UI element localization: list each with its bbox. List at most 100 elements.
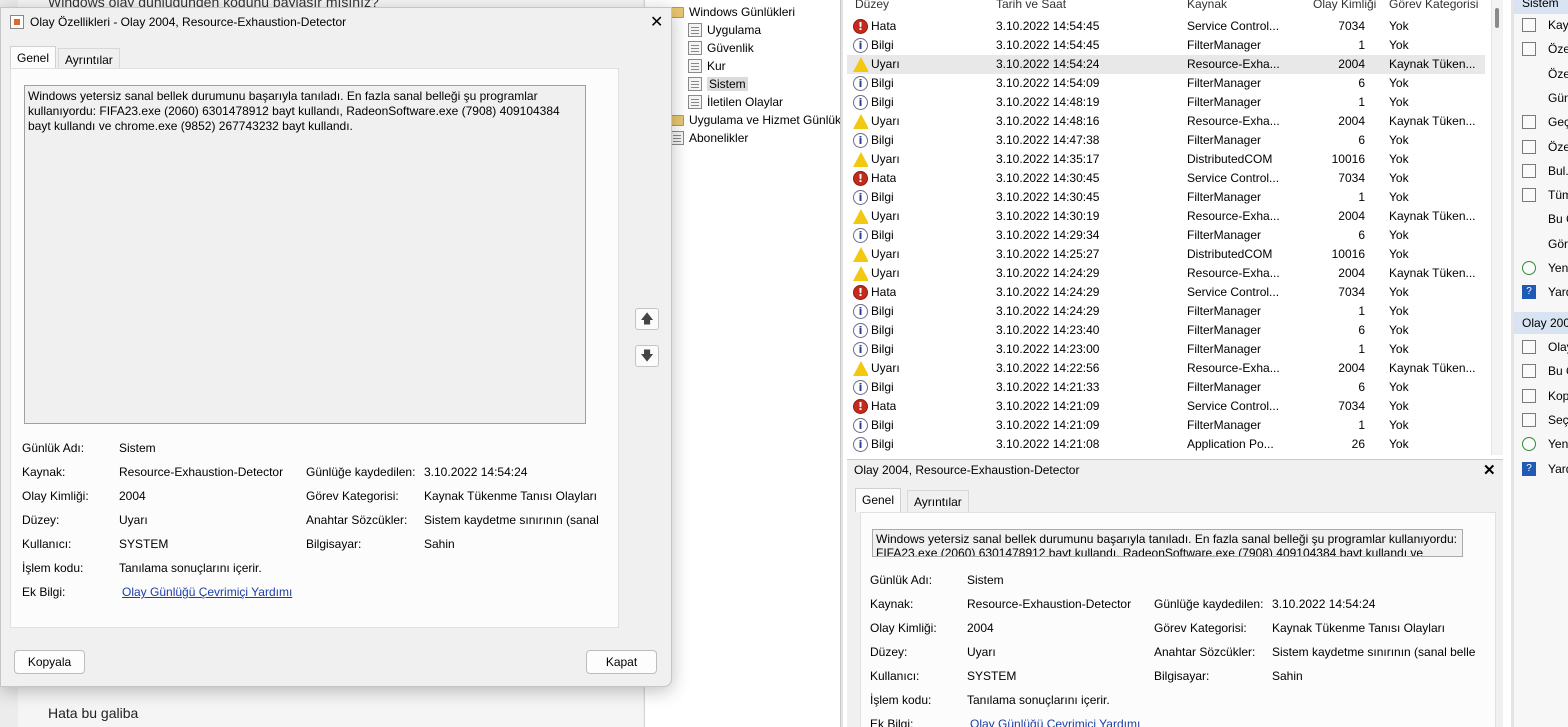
table-row[interactable]: Uyarı 3.10.2022 14:48:16 Resource-Exha... 2… bbox=[847, 112, 1485, 131]
cell-level: Bilgi bbox=[871, 228, 894, 242]
header-source[interactable]: Kaynak bbox=[1187, 0, 1227, 11]
table-row[interactable]: Uyarı 3.10.2022 14:22:56 Resource-Exha... 2… bbox=[847, 359, 1485, 378]
scrollbar-thumb[interactable] bbox=[1495, 8, 1499, 28]
cell-event-id: 2004 bbox=[1338, 57, 1365, 71]
table-row[interactable]: i Bilgi 3.10.2022 14:21:33 FilterManager 6 Yo… bbox=[847, 378, 1485, 397]
table-row[interactable]: i Bilgi 3.10.2022 14:29:34 FilterManager 6 Yo… bbox=[847, 226, 1485, 245]
table-row[interactable]: i Bilgi 3.10.2022 14:47:38 FilterManager 6 Yo… bbox=[847, 131, 1485, 150]
tree-item[interactable]: Uygulama ve Hizmet Günlükleri bbox=[670, 111, 840, 129]
preview-log-name-value: Sistem bbox=[967, 573, 1004, 587]
table-row[interactable]: i Bilgi 3.10.2022 14:21:08 Application Po..… bbox=[847, 435, 1485, 454]
dialog-tab-general[interactable]: Genel bbox=[10, 46, 57, 69]
action-item[interactable]: Olay bbox=[1514, 338, 1568, 356]
previous-event-button[interactable]: 🡅 bbox=[635, 308, 659, 330]
info-icon: i bbox=[853, 437, 868, 452]
table-row[interactable]: ! Hata 3.10.2022 14:30:45 Service Control..… bbox=[847, 169, 1485, 188]
header-date[interactable]: Tarih ve Saat bbox=[996, 0, 1066, 11]
actions-header-system[interactable]: Sistem bbox=[1514, 0, 1568, 14]
next-event-button[interactable]: 🡇 bbox=[635, 345, 659, 367]
table-row[interactable]: Uyarı 3.10.2022 14:30:19 Resource-Exha... 2… bbox=[847, 207, 1485, 226]
tree-item[interactable]: Windows Günlükleri bbox=[670, 3, 795, 21]
cell-level: Uyarı bbox=[871, 209, 900, 223]
tree-item[interactable]: Sistem bbox=[688, 75, 748, 93]
tree-item[interactable]: Abonelikler bbox=[670, 129, 748, 147]
table-row[interactable]: Uyarı 3.10.2022 14:24:29 Resource-Exha... 2… bbox=[847, 264, 1485, 283]
header-event-id[interactable]: Olay Kimliği bbox=[1313, 0, 1376, 11]
cell-task-category: Yok bbox=[1389, 418, 1409, 432]
action-item[interactable]: Bul... bbox=[1514, 162, 1568, 180]
action-item[interactable]: ? Yard bbox=[1514, 460, 1568, 478]
table-row[interactable]: i Bilgi 3.10.2022 14:54:09 FilterManager 6 Yo… bbox=[847, 74, 1485, 93]
cell-event-id: 6 bbox=[1358, 323, 1365, 337]
table-row[interactable]: Uyarı 3.10.2022 14:35:17 DistributedCOM 100… bbox=[847, 150, 1485, 169]
dialog-description[interactable]: Windows yetersiz sanal bellek durumunu b… bbox=[24, 85, 586, 424]
preview-tab-details[interactable]: Ayrıntılar bbox=[907, 490, 969, 512]
preview-help-link[interactable]: Olay Günlüğü Çevrimiçi Yardımı bbox=[970, 717, 1140, 727]
action-label: Özel bbox=[1548, 66, 1568, 81]
table-row[interactable]: ! Hata 3.10.2022 14:24:29 Service Control..… bbox=[847, 283, 1485, 302]
dialog-source-label: Kaynak: bbox=[22, 465, 66, 479]
grid-scrollbar[interactable] bbox=[1491, 0, 1503, 455]
table-row[interactable]: i Bilgi 3.10.2022 14:23:40 FilterManager 6 Yo… bbox=[847, 321, 1485, 340]
action-item[interactable]: Kayd bbox=[1514, 16, 1568, 34]
dialog-event-id-value: 2004 bbox=[119, 489, 146, 503]
tree-item[interactable]: Kur bbox=[688, 57, 726, 75]
table-row[interactable]: ! Hata 3.10.2022 14:54:45 Service Control..… bbox=[847, 17, 1485, 36]
preview-tab-general[interactable]: Genel bbox=[855, 488, 902, 512]
action-item[interactable]: Bu G bbox=[1514, 210, 1568, 228]
tree-item[interactable]: Güvenlik bbox=[688, 39, 754, 57]
action-item[interactable]: Yeni bbox=[1514, 259, 1568, 277]
table-row[interactable]: ! Hata 3.10.2022 14:21:09 Service Control..… bbox=[847, 397, 1485, 416]
action-label: Özel bbox=[1548, 139, 1568, 154]
cell-event-id: 10016 bbox=[1331, 152, 1365, 166]
dialog-close-icon[interactable]: ✕ bbox=[650, 12, 663, 32]
header-task-category[interactable]: Görev Kategorisi bbox=[1389, 0, 1478, 11]
preview-task-label: Görev Kategorisi: bbox=[1154, 621, 1247, 635]
copy-button[interactable]: Kopyala bbox=[14, 650, 85, 674]
cell-level: Uyarı bbox=[871, 57, 900, 71]
action-item[interactable]: Özel bbox=[1514, 40, 1568, 58]
cell-level: Bilgi bbox=[871, 76, 894, 90]
action-item[interactable]: ? Yard bbox=[1514, 283, 1568, 301]
cell-source: FilterManager bbox=[1187, 342, 1262, 356]
action-item[interactable]: Özel bbox=[1514, 65, 1568, 83]
preview-close-icon[interactable]: ✕ bbox=[1483, 461, 1496, 479]
action-item[interactable]: Tüm bbox=[1514, 186, 1568, 204]
action-item[interactable]: Özel bbox=[1514, 138, 1568, 156]
save-icon bbox=[1522, 412, 1536, 427]
actions-header-event[interactable]: Olay 2004 bbox=[1514, 312, 1568, 334]
cell-task-category: Yok bbox=[1389, 171, 1409, 185]
cell-level: Bilgi bbox=[871, 342, 894, 356]
tree-item[interactable]: İletilen Olaylar bbox=[688, 93, 783, 111]
table-row[interactable]: i Bilgi 3.10.2022 14:21:09 FilterManager 1 Yo… bbox=[847, 416, 1485, 435]
info-icon: i bbox=[853, 418, 868, 433]
cell-level: Bilgi bbox=[871, 133, 894, 147]
dialog-tab-details[interactable]: Ayrıntılar bbox=[58, 48, 120, 69]
action-item[interactable]: Kopy bbox=[1514, 387, 1568, 405]
table-row[interactable]: Uyarı 3.10.2022 14:54:24 Resource-Exha... 2… bbox=[847, 55, 1485, 74]
tree-item[interactable]: Uygulama bbox=[688, 21, 761, 39]
table-row[interactable]: i Bilgi 3.10.2022 14:23:00 FilterManager 1 Yo… bbox=[847, 340, 1485, 359]
table-row[interactable]: i Bilgi 3.10.2022 14:24:29 FilterManager 1 Yo… bbox=[847, 302, 1485, 321]
table-row[interactable]: i Bilgi 3.10.2022 14:54:45 FilterManager 1 Yo… bbox=[847, 36, 1485, 55]
table-row[interactable]: i Bilgi 3.10.2022 14:48:19 FilterManager 1 Yo… bbox=[847, 93, 1485, 112]
folder-icon bbox=[670, 7, 684, 18]
header-level[interactable]: Düzey bbox=[855, 0, 889, 11]
action-item[interactable]: Seçil bbox=[1514, 411, 1568, 429]
pane-splitter[interactable] bbox=[840, 0, 843, 727]
table-row[interactable]: i Bilgi 3.10.2022 14:30:45 FilterManager 1 Yo… bbox=[847, 188, 1485, 207]
action-item[interactable]: Geçe bbox=[1514, 113, 1568, 131]
dialog-help-link[interactable]: Olay Günlüğü Çevrimiçi Yardımı bbox=[122, 585, 292, 599]
action-item[interactable]: Görü bbox=[1514, 235, 1568, 253]
action-item[interactable]: Gün bbox=[1514, 89, 1568, 107]
cell-event-id: 6 bbox=[1358, 228, 1365, 242]
cell-task-category: Yok bbox=[1389, 247, 1409, 261]
cell-date: 3.10.2022 14:54:24 bbox=[996, 57, 1100, 71]
action-item[interactable]: Yeni bbox=[1514, 435, 1568, 453]
close-button[interactable]: Kapat bbox=[586, 650, 657, 674]
cell-task-category: Yok bbox=[1389, 342, 1409, 356]
action-item[interactable]: Bu O bbox=[1514, 362, 1568, 380]
preview-description[interactable]: Windows yetersiz sanal bellek durumunu b… bbox=[872, 529, 1463, 557]
cell-date: 3.10.2022 14:21:08 bbox=[996, 437, 1100, 451]
table-row[interactable]: Uyarı 3.10.2022 14:25:27 DistributedCOM 100… bbox=[847, 245, 1485, 264]
